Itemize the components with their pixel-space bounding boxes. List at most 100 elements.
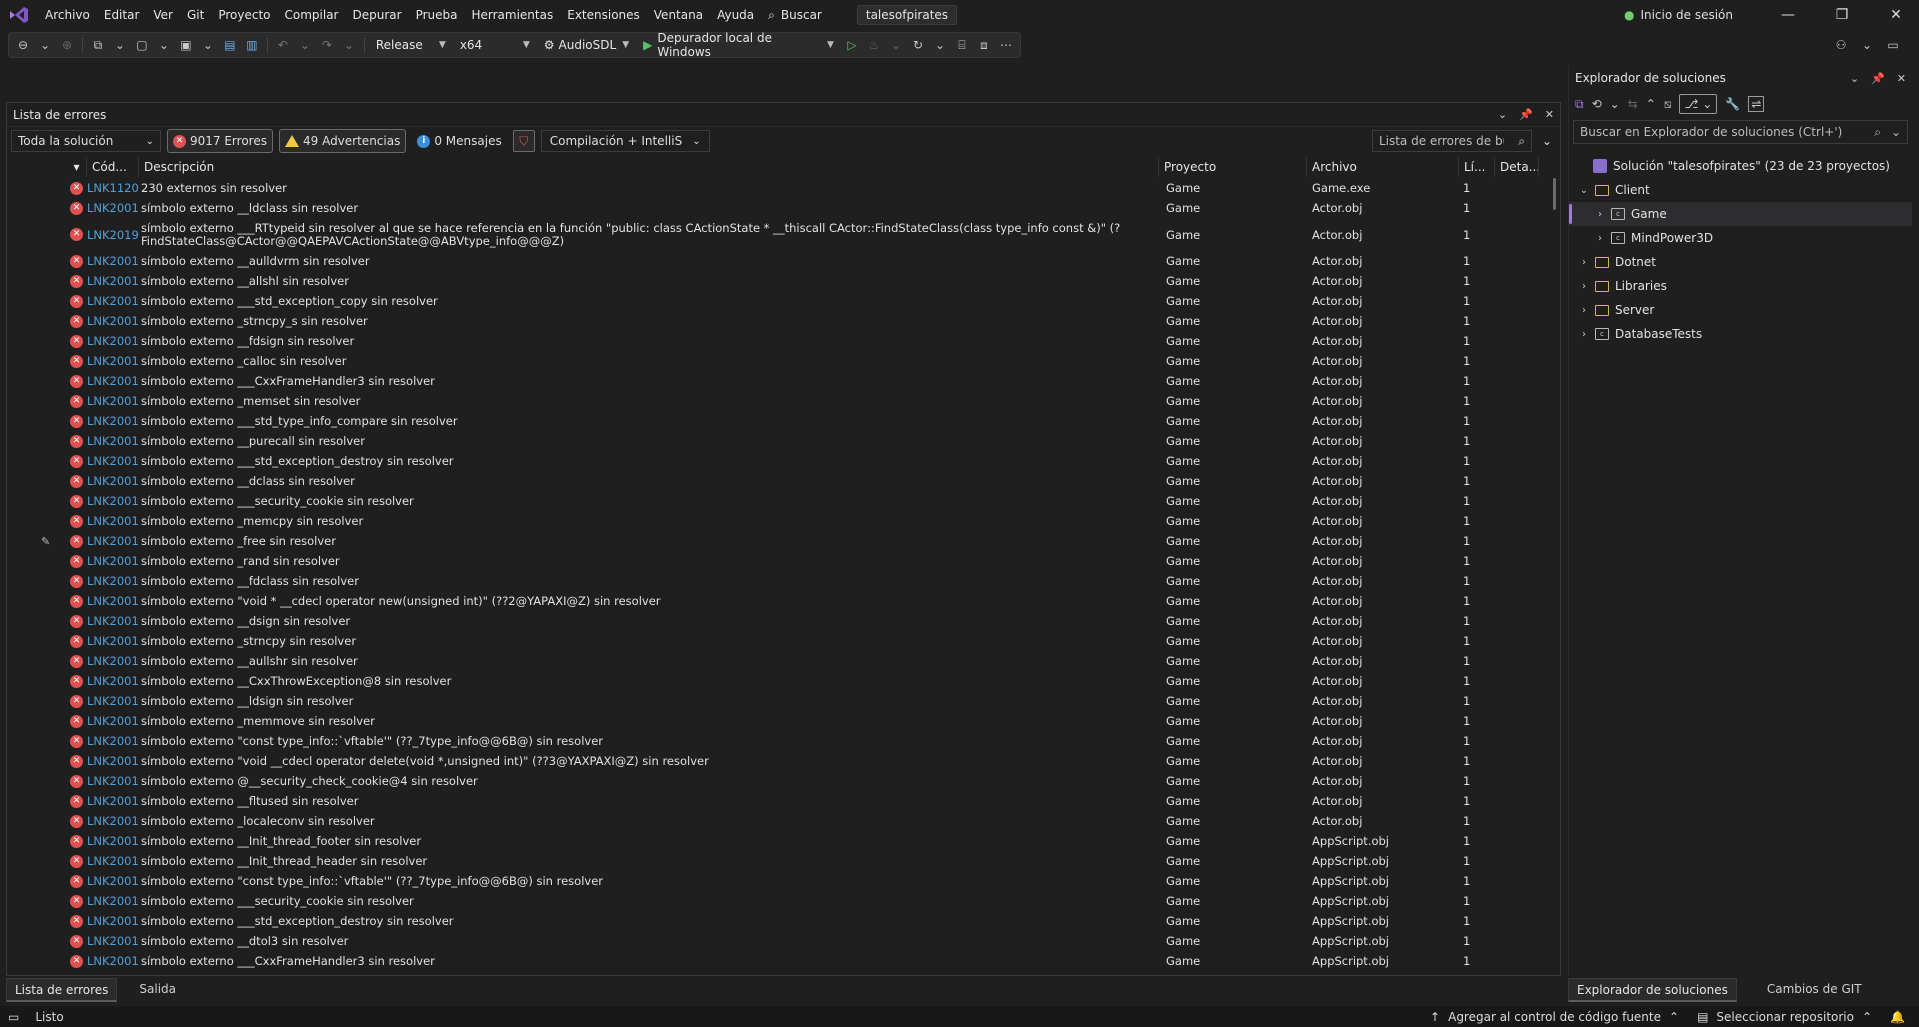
refresh-icon[interactable]: ↻ [908,34,928,56]
cell-code[interactable]: LNK1120 [87,181,139,195]
table-row[interactable]: ✕ LNK2001 símbolo externo __aulldvrm sin r… [7,251,1547,271]
browser-link-icon[interactable]: ⧈ [974,34,994,56]
chevron-right-icon[interactable]: › [1593,233,1607,244]
cell-code[interactable]: LNK2001 [87,454,139,468]
build-intellisense-select[interactable]: Compilación + IntelliS ⌄ [540,130,710,152]
menu-item-ventana[interactable]: Ventana [647,0,710,30]
menu-item-compilar[interactable]: Compilar [278,0,346,30]
menu-item-ayuda[interactable]: Ayuda [710,0,761,30]
table-row[interactable]: ✕ LNK1120 230 externos sin resolver Game Gam… [7,178,1547,198]
cell-code[interactable]: LNK2001 [87,494,139,508]
cell-code[interactable]: LNK2001 [87,714,139,728]
cell-code[interactable]: LNK2001 [87,594,139,608]
menu-item-extensiones[interactable]: Extensiones [560,0,647,30]
cell-code[interactable]: LNK2001 [87,614,139,628]
new-file-icon[interactable]: ▢ [132,34,152,56]
show-all-files-icon[interactable]: ⧅ [1664,97,1672,112]
tree-node-databasetests[interactable]: › c DatabaseTests [1569,322,1912,346]
cell-code[interactable]: LNK2001 [87,834,139,848]
menu-item-depurar[interactable]: Depurar [345,0,408,30]
chevron-right-icon[interactable]: › [1577,257,1591,268]
cell-code[interactable]: LNK2001 [87,674,139,688]
table-row[interactable]: ✕ LNK2001 símbolo externo _rand sin resolv… [7,551,1547,571]
table-row[interactable]: ✕ LNK2001 símbolo externo ___std_exception… [7,911,1547,931]
chevron-down-icon[interactable]: ⌄ [1857,34,1877,56]
preview-icon[interactable]: ⇌ [1748,96,1765,112]
chevron-down-icon[interactable]: ⌄ [886,34,906,56]
tab-solution-explorer[interactable]: Explorador de soluciones [1568,978,1737,1002]
cell-code[interactable]: LNK2001 [87,274,139,288]
column-description[interactable]: Descripción [139,157,1159,177]
cell-code[interactable]: LNK2001 [87,394,139,408]
chevron-down-icon[interactable]: ⌄ [295,34,315,56]
close-icon[interactable]: ✕ [1545,108,1554,121]
menu-item-prueba[interactable]: Prueba [409,0,465,30]
table-row[interactable]: ✎ ✕ LNK2001 símbolo externo _free sin resol… [7,531,1547,551]
table-row[interactable]: ✕ LNK2001 símbolo externo "void * __cdecl … [7,591,1547,611]
column-line[interactable]: Lí... [1459,157,1495,177]
cell-code[interactable]: LNK2001 [87,874,139,888]
error-list-scrollbar[interactable] [1553,178,1556,210]
visual-studio-logo-icon[interactable] [8,6,30,24]
cell-code[interactable]: LNK2001 [87,314,139,328]
undo-icon[interactable]: ↶ [273,34,293,56]
table-row[interactable]: ✕ LNK2001 símbolo externo ___std_exception… [7,451,1547,471]
table-row[interactable]: ✕ LNK2001 símbolo externo "const type_info… [7,871,1547,891]
save-icon[interactable]: ▤ [220,34,240,56]
chevron-right-icon[interactable]: › [1577,329,1591,340]
cell-code[interactable]: LNK2001 [87,434,139,448]
error-list-search[interactable]: Lista de errores de búsqueda ⌕ [1371,130,1532,152]
table-row[interactable]: ✕ LNK2001 símbolo externo __Init_thread_he… [7,851,1547,871]
cell-code[interactable]: LNK2001 [87,414,139,428]
pin-icon[interactable]: 📌 [1519,108,1533,121]
menu-item-ver[interactable]: Ver [146,0,180,30]
tree-node-game[interactable]: › c Game [1569,202,1912,226]
redo-icon[interactable]: ↷ [317,34,337,56]
close-icon[interactable]: ✕ [1897,72,1906,85]
chevron-right-icon[interactable]: › [1577,305,1591,316]
chevron-down-icon[interactable]: ⌄ [930,34,950,56]
chevron-down-icon[interactable]: ⌄ [1850,72,1859,85]
live-share-icon[interactable]: ⚇ [1831,34,1851,56]
chevron-down-icon[interactable]: ⌄ [154,34,174,56]
table-row[interactable]: ✕ LNK2001 símbolo externo _memmove sin res… [7,711,1547,731]
cell-code[interactable]: LNK2001 [87,814,139,828]
notifications-icon[interactable]: 🔔 [1890,1010,1905,1024]
chevron-down-icon[interactable]: ⌄ [1610,97,1620,111]
table-row[interactable]: ✕ LNK2001 símbolo externo __Init_thread_fo… [7,831,1547,851]
table-row[interactable]: ✕ LNK2001 símbolo externo _memset sin reso… [7,391,1547,411]
table-row[interactable]: ✕ LNK2001 símbolo externo ___CxxFrameHandl… [7,951,1547,971]
table-row[interactable]: ✕ LNK2001 símbolo externo __aullshr sin re… [7,651,1547,671]
table-row[interactable]: ✕ LNK2001 símbolo externo @__security_chec… [7,771,1547,791]
table-row[interactable]: ✕ LNK2001 símbolo externo "void __cdecl op… [7,751,1547,771]
table-row[interactable]: ✕ LNK2001 símbolo externo __CxxThrowExcept… [7,671,1547,691]
cell-code[interactable]: LNK2001 [87,334,139,348]
column-file[interactable]: Archivo [1307,157,1459,177]
menu-item-herramientas[interactable]: Herramientas [464,0,560,30]
cell-code[interactable]: LNK2001 [87,774,139,788]
restore-icon[interactable]: ❐ [1819,0,1865,30]
cell-code[interactable]: LNK2001 [87,554,139,568]
warnings-filter-toggle[interactable]: 49 Advertencias [278,129,407,153]
table-row[interactable]: ✕ LNK2001 símbolo externo ___CxxFrameHandl… [7,371,1547,391]
table-row[interactable]: ✕ LNK2001 símbolo externo _strncpy sin res… [7,631,1547,651]
cell-code[interactable]: LNK2019 [87,228,139,242]
status-output-icon[interactable]: ▭ [8,1010,19,1024]
start-debugging-button[interactable]: ▶ Depurador local de Windows ▼ [637,31,840,59]
table-row[interactable]: ✕ LNK2001 símbolo externo __allshl sin res… [7,271,1547,291]
cell-code[interactable]: LNK2001 [87,954,139,968]
search-menu[interactable]: ⌕ Buscar [761,0,829,30]
table-row[interactable]: ✕ LNK2001 símbolo externo __fdclass sin re… [7,571,1547,591]
table-row[interactable]: ✕ LNK2001 símbolo externo ___std_exception… [7,291,1547,311]
navigate-forward-icon[interactable]: ⊕ [57,34,77,56]
open-folder-icon[interactable]: ▣ [176,34,196,56]
chevron-down-icon[interactable]: ⌄ [339,34,359,56]
cell-code[interactable]: LNK2001 [87,794,139,808]
chevron-down-icon[interactable]: ⌄ [110,34,130,56]
table-row[interactable]: ✕ LNK2019 símbolo externo ___RTtypeid sin … [7,218,1547,251]
table-row[interactable]: ✕ LNK2001 símbolo externo _calloc sin reso… [7,351,1547,371]
solution-name-badge[interactable]: talesofpirates [856,5,958,25]
history-icon[interactable]: ⟲ [1592,97,1602,111]
more-options-icon[interactable]: ⋯ [996,34,1016,56]
table-row[interactable]: ✕ LNK2001 símbolo externo __fdsign sin res… [7,331,1547,351]
